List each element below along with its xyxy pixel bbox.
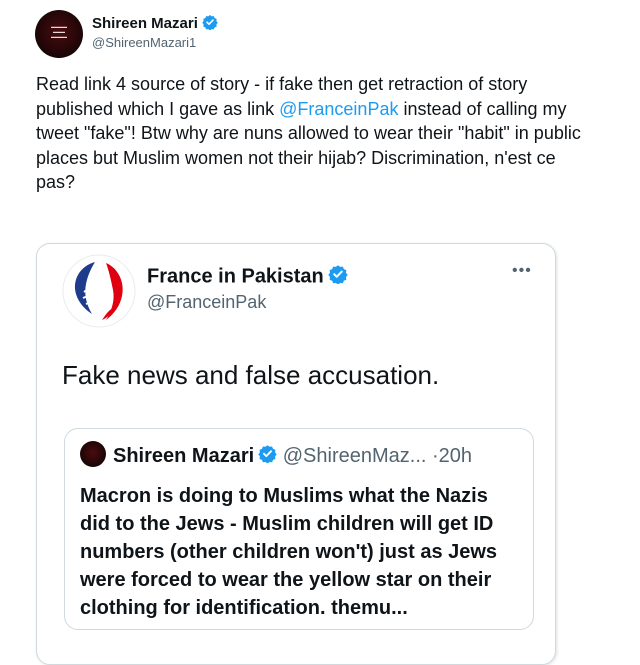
mention-link[interactable]: @FranceinPak bbox=[279, 99, 398, 119]
more-options-icon[interactable]: ••• bbox=[512, 262, 532, 280]
embedded-quote-text: Macron is doing to Muslims what the Nazi… bbox=[80, 485, 498, 619]
verified-badge-icon bbox=[328, 264, 348, 290]
quoted-tweet-text: Fake news and false accusation. bbox=[62, 360, 440, 390]
verified-badge-icon bbox=[202, 14, 218, 34]
france-avatar[interactable] bbox=[62, 254, 136, 328]
avatar-decoration: ▬▬▬▬ ▬▬▬ ▬▬▬▬ bbox=[51, 24, 67, 39]
embedded-author-handle: @ShireenMaz... bbox=[282, 444, 427, 467]
france-name[interactable]: France in Pakistan bbox=[147, 265, 324, 287]
embedded-header: Shireen Mazari @ShireenMaz... ·20h bbox=[113, 444, 472, 469]
france-handle[interactable]: @FranceinPak bbox=[147, 292, 266, 313]
embedded-separator: · bbox=[432, 444, 439, 467]
embedded-author-name: Shireen Mazari bbox=[113, 444, 255, 467]
author-avatar[interactable]: ▬▬▬▬ ▬▬▬ ▬▬▬▬ bbox=[35, 10, 83, 58]
author-name[interactable]: Shireen Mazari bbox=[92, 15, 198, 32]
embedded-time: 20h bbox=[438, 444, 473, 467]
tweet-text: Read link 4 source of story - if fake th… bbox=[36, 72, 596, 195]
embedded-author-avatar bbox=[80, 441, 106, 467]
author-handle[interactable]: @ShireenMazari1 bbox=[92, 35, 196, 50]
verified-badge-icon bbox=[258, 444, 277, 469]
